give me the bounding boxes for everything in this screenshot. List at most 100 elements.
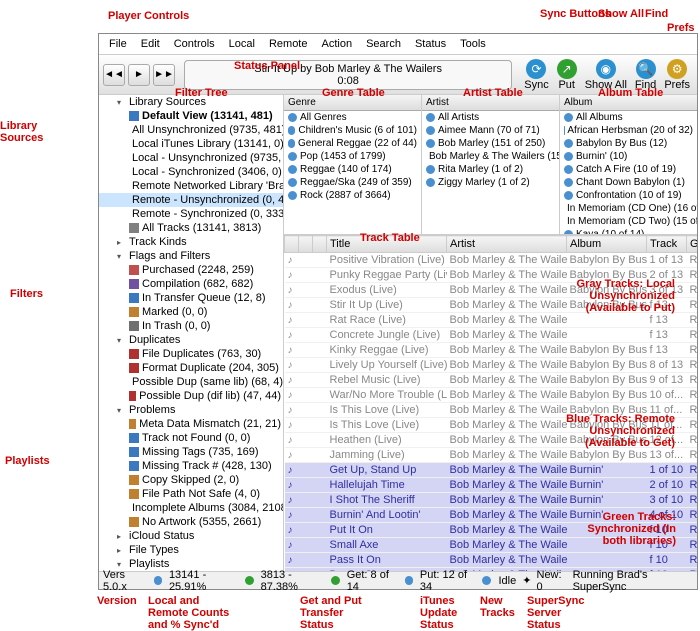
track-row[interactable]: ♪Burnin' And Lootin'Bob Marley & The Wai… [285,508,698,523]
album-column[interactable]: AlbumAll AlbumsAfrican Herbsman (20 of 3… [560,95,697,234]
track-row[interactable]: ♪War/No More Trouble (Live)Bob Marley & … [285,388,698,403]
toggle-icon[interactable]: ▸ [117,532,126,541]
tree-item[interactable]: Local - Unsynchronized (9735, 0) [99,151,283,165]
tree-item[interactable]: All Tracks (13141, 3813) [99,221,283,235]
tree-item[interactable]: Missing Tags (735, 169) [99,445,283,459]
tree-item[interactable]: All Unsynchronized (9735, 481) [99,123,283,137]
prev-button[interactable]: ◄◄ [103,64,125,86]
track-row[interactable]: ♪Put It OnBob Marley & The Wailersf 10Re… [285,523,698,538]
tree-section[interactable]: ▸iCloud Status [99,529,283,543]
tree-item[interactable]: Incomplete Albums (3084, 2108) [99,501,283,515]
track-col-header[interactable]: Album [567,236,647,253]
track-row[interactable]: ♪Is This Love (Live)Bob Marley & The Wai… [285,403,698,418]
browser-item[interactable]: Burnin' (10) [560,150,697,163]
browser-item[interactable]: General Reggae (22 of 44) [284,137,421,150]
put-button[interactable]: ↗Put [554,58,580,92]
track-row[interactable]: ♪Heathen (Live)Bob Marley & The WailersB… [285,433,698,448]
tree-item[interactable]: Local iTunes Library (13141, 0) [99,137,283,151]
tree-item[interactable]: No Artwork (5355, 2661) [99,515,283,529]
track-col-header[interactable] [299,236,313,253]
browser-item[interactable]: Confrontation (10 of 19) [560,189,697,202]
track-row[interactable]: ♪Pass It OnBob Marley & The Wailersf 10R… [285,553,698,568]
browser-item[interactable]: Reggae (140 of 174) [284,163,421,176]
track-row[interactable]: ♪Rat Race (Live)Bob Marley & The Wailers… [285,313,698,328]
toggle-icon[interactable]: ▾ [117,406,126,415]
next-button[interactable]: ►► [153,64,175,86]
tree-item[interactable]: Remote - Unsynchronized (0, 481) [99,193,283,207]
tree-item[interactable]: Possible Dup (same lib) (68, 4) [99,375,283,389]
tree-item[interactable]: Local - Synchronized (3406, 0) [99,165,283,179]
track-col-header[interactable] [313,236,327,253]
column-header[interactable]: Genre [284,95,421,111]
tree-item[interactable]: File Path Not Safe (4, 0) [99,487,283,501]
menu-tools[interactable]: Tools [454,36,492,52]
browser-item[interactable]: Bob Marley (151 of 250) [422,137,559,150]
track-row[interactable]: ♪Positive Vibration (Live)Bob Marley & T… [285,253,698,268]
tree-item[interactable]: File Duplicates (763, 30) [99,347,283,361]
browser-item[interactable]: Rita Marley (1 of 2) [422,163,559,176]
browser-item[interactable]: Aimee Mann (70 of 71) [422,124,559,137]
browser-item[interactable]: Pop (1453 of 1799) [284,150,421,163]
track-row[interactable]: ♪Jamming (Live)Bob Marley & The WailersB… [285,448,698,463]
track-col-header[interactable]: Genr [687,236,698,253]
browser-item[interactable]: Rock (2887 of 3664) [284,189,421,202]
tree-item[interactable]: Format Duplicate (204, 305) [99,361,283,375]
tree-item[interactable]: Marked (0, 0) [99,305,283,319]
browser-item[interactable]: Bob Marley & The Wailers (153 of 206) [422,150,559,163]
browser-item[interactable]: African Herbsman (20 of 32) [560,124,697,137]
browser-item[interactable]: In Memoriam (CD Two) (15 of 24) [560,215,697,228]
browser-item[interactable]: Ziggy Marley (1 of 2) [422,176,559,189]
show-all-button[interactable]: ◉Show All [582,58,630,92]
menu-file[interactable]: File [103,36,133,52]
tree-section[interactable]: ▸File Types [99,543,283,557]
browser-item[interactable]: All Artists [422,111,559,124]
browser-item[interactable]: Chant Down Babylon (1) [560,176,697,189]
menu-status[interactable]: Status [409,36,452,52]
tree-item[interactable]: Remote Networked Library 'Brad iMac' (0,… [99,179,283,193]
toggle-icon[interactable]: ▾ [117,252,126,261]
track-row[interactable]: ♪Rebel Music (Live)Bob Marley & The Wail… [285,373,698,388]
browser-item[interactable]: Reggae/Ska (249 of 359) [284,176,421,189]
menu-local[interactable]: Local [223,36,261,52]
toggle-icon[interactable]: ▸ [117,238,126,247]
track-row[interactable]: ♪Stir It Up (Live)Bob Marley & The Waile… [285,298,698,313]
track-col-header[interactable]: Artist [447,236,567,253]
track-col-header[interactable]: Track [647,236,687,253]
tree-section[interactable]: ▸Track Kinds [99,235,283,249]
track-table-area[interactable]: TitleArtistAlbumTrackGenr ♪Positive Vibr… [284,235,697,571]
tree-item[interactable]: Missing Track # (428, 130) [99,459,283,473]
toggle-icon[interactable]: ▾ [117,336,126,345]
menu-edit[interactable]: Edit [135,36,166,52]
tree-section[interactable]: ▾Flags and Filters [99,249,283,263]
tree-item[interactable]: In Trash (0, 0) [99,319,283,333]
track-row[interactable]: ♪Exodus (Live)Bob Marley & The WailersBa… [285,283,698,298]
tree-item[interactable]: Copy Skipped (2, 0) [99,473,283,487]
browser-item[interactable]: All Albums [560,111,697,124]
tree-item[interactable]: Possible Dup (dif lib) (47, 44) [99,389,283,403]
browser-item[interactable]: Babylon By Bus (12) [560,137,697,150]
toggle-icon[interactable]: ▾ [117,98,126,107]
browser-item[interactable]: Kaya (10 of 14) [560,228,697,234]
tree-item[interactable]: Remote - Synchronized (0, 3332) [99,207,283,221]
prefs-button[interactable]: ⚙Prefs [661,58,693,92]
column-header[interactable]: Artist [422,95,559,111]
sync-button[interactable]: ⟳Sync [521,58,551,92]
track-table[interactable]: TitleArtistAlbumTrackGenr ♪Positive Vibr… [284,235,697,571]
menu-search[interactable]: Search [360,36,407,52]
sidebar[interactable]: ▾Library SourcesDefault View (13141, 481… [99,95,284,571]
browser-item[interactable]: All Genres [284,111,421,124]
toggle-icon[interactable]: ▾ [117,560,126,569]
tree-section[interactable]: ▾Problems [99,403,283,417]
tree-item[interactable]: Track not Found (0, 0) [99,431,283,445]
column-header[interactable]: Album [560,95,697,111]
tree-item[interactable]: In Transfer Queue (12, 8) [99,291,283,305]
genre-column[interactable]: GenreAll GenresChildren's Music (6 of 10… [284,95,422,234]
track-row[interactable]: ♪Hallelujah TimeBob Marley & The Wailers… [285,478,698,493]
track-col-header[interactable] [285,236,299,253]
menu-action[interactable]: Action [316,36,359,52]
tree-section[interactable]: ▾Duplicates [99,333,283,347]
track-row[interactable]: ♪Concrete Jungle (Live)Bob Marley & The … [285,328,698,343]
toggle-icon[interactable]: ▸ [117,546,126,555]
browser-item[interactable]: In Memoriam (CD One) (16 of 28) [560,202,697,215]
browser-item[interactable]: Children's Music (6 of 101) [284,124,421,137]
